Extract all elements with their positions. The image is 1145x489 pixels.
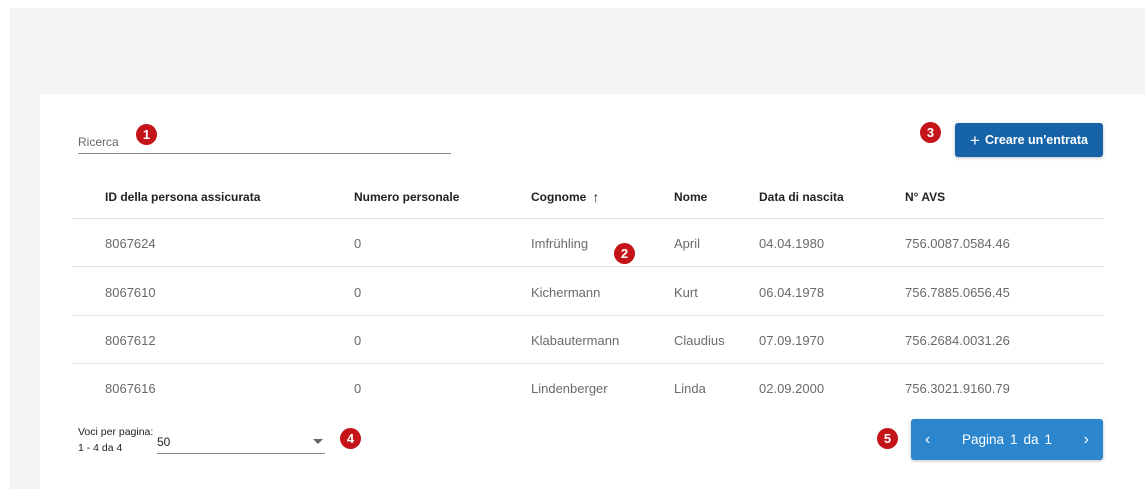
cell-personnel-number: 0 <box>354 332 362 348</box>
chevron-right-icon[interactable]: › <box>1084 431 1089 449</box>
table-row[interactable]: 8067610 0 Kichermann Kurt 06.04.1978 756… <box>72 268 1104 316</box>
left-background <box>10 8 40 489</box>
column-header-avs-number[interactable]: N° AVS <box>905 175 945 219</box>
current-page: 1 <box>1009 432 1018 447</box>
search-input[interactable] <box>78 124 451 152</box>
items-per-page-label: Voci per pagina: <box>78 426 154 438</box>
cell-avs-number: 756.3021.9160.79 <box>905 380 1010 396</box>
total-pages: 1 <box>1044 432 1053 447</box>
range-label: 1 - 4 da 4 <box>78 442 123 454</box>
table-row[interactable]: 8067624 0 Imfrühling April 04.04.1980 75… <box>72 219 1104 267</box>
cell-birth-date: 02.09.2000 <box>759 380 825 396</box>
plus-icon: + <box>970 130 980 150</box>
items-per-page-value: 50 <box>157 434 171 449</box>
annotation-marker-4: 4 <box>340 428 361 449</box>
cell-avs-number: 756.0087.0584.46 <box>905 235 1010 251</box>
annotation-marker-5: 5 <box>877 428 898 449</box>
column-header-birth-date[interactable]: Data di nascita <box>759 175 844 219</box>
cell-first-name: April <box>674 235 701 251</box>
cell-insured-id: 8067616 <box>105 380 156 396</box>
cell-personnel-number: 0 <box>354 284 362 300</box>
header-spacer <box>40 8 1145 94</box>
cell-surname: Kichermann <box>531 284 601 300</box>
cell-personnel-number: 0 <box>354 380 362 396</box>
search-field[interactable] <box>78 124 451 154</box>
cell-birth-date: 04.04.1980 <box>759 235 825 251</box>
cell-surname: Imfrühling <box>531 235 589 251</box>
page-word: Pagina <box>961 432 1004 447</box>
cell-birth-date: 07.09.1970 <box>759 332 825 348</box>
annotation-marker-1: 1 <box>136 124 157 145</box>
cell-first-name: Kurt <box>674 284 698 300</box>
create-entry-button[interactable]: + Creare un'entrata <box>955 123 1103 157</box>
page-indicator: Pagina 1 da 1 <box>962 432 1052 447</box>
column-header-first-name[interactable]: Nome <box>674 175 707 219</box>
chevron-left-icon[interactable]: ‹ <box>925 431 930 449</box>
cell-surname: Lindenberger <box>531 380 608 396</box>
create-entry-label: Creare un'entrata <box>984 133 1088 147</box>
cell-first-name: Linda <box>674 380 706 396</box>
cell-insured-id: 8067612 <box>105 332 156 348</box>
pagination-control: ‹ Pagina 1 da 1 › <box>911 419 1103 460</box>
caret-down-icon <box>313 439 323 444</box>
cell-birth-date: 06.04.1978 <box>759 284 825 300</box>
annotation-marker-2: 2 <box>614 243 635 264</box>
cell-surname: Klabautermann <box>531 332 620 348</box>
sort-ascending-icon: ↑ <box>592 189 600 205</box>
cell-personnel-number: 0 <box>354 235 362 251</box>
items-per-page-select[interactable]: 50 <box>157 430 325 454</box>
column-header-insured-id[interactable]: ID della persona assicurata <box>105 175 260 219</box>
table-header: ID della persona assicurata Numero perso… <box>72 175 1104 219</box>
cell-insured-id: 8067610 <box>105 284 156 300</box>
table-row[interactable]: 8067616 0 Lindenberger Linda 02.09.2000 … <box>72 364 1104 412</box>
cell-first-name: Claudius <box>674 332 725 348</box>
page-of: da <box>1023 432 1039 447</box>
annotation-marker-3: 3 <box>920 122 941 143</box>
column-header-personnel-number[interactable]: Numero personale <box>354 175 459 219</box>
column-header-surname[interactable]: Cognome ↑ <box>531 175 599 219</box>
table-row[interactable]: 8067612 0 Klabautermann Claudius 07.09.1… <box>72 316 1104 364</box>
cell-avs-number: 756.7885.0656.45 <box>905 284 1010 300</box>
items-per-page-info: Voci per pagina: 1 - 4 da 4 <box>78 424 153 456</box>
cell-insured-id: 8067624 <box>105 235 156 251</box>
cell-avs-number: 756.2684.0031.26 <box>905 332 1010 348</box>
